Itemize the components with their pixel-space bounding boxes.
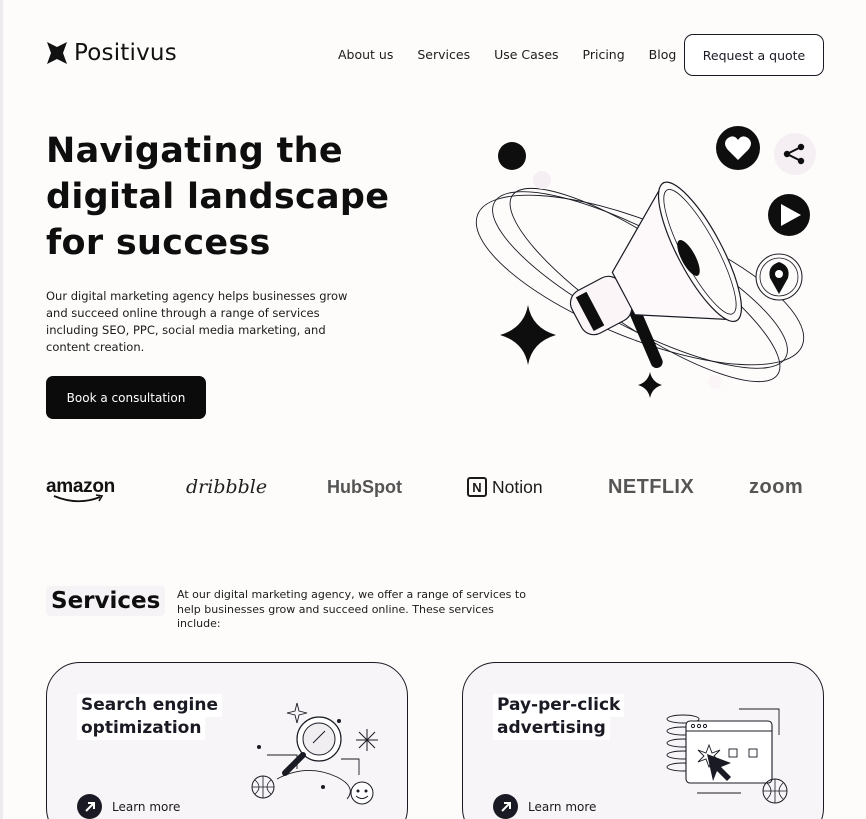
service-title-line2: advertising (493, 717, 610, 740)
nav-pricing[interactable]: Pricing (583, 47, 625, 62)
zoom-logo-text: zoom (749, 475, 804, 498)
learn-more-label: Learn more (528, 799, 597, 814)
hubspot-logo-text: HubSpot (327, 476, 402, 497)
dribbble-logo: dribbble (186, 470, 267, 504)
netflix-logo-text: NETFLIX (608, 475, 695, 498)
learn-more-link[interactable]: Learn more (77, 794, 180, 819)
main-nav: About us Services Use Cases Pricing Blog (338, 47, 676, 62)
notion-logo-text: Notion (492, 476, 543, 497)
logo-text: Positivus (74, 40, 177, 66)
zoom-logo: zoom (749, 470, 803, 504)
learn-more-link[interactable]: Learn more (493, 794, 596, 819)
megaphone-illustration (475, 126, 816, 398)
logo[interactable]: Positivus (46, 40, 177, 66)
hubspot-logo: HubSpot (327, 470, 402, 504)
notion-logo: N Notion (467, 470, 543, 504)
notion-mark-icon: N (467, 477, 487, 497)
client-logos: amazon dribbble HubSpot N Notion NETFLIX… (46, 470, 824, 504)
services-heading: Services (46, 586, 166, 616)
arrow-up-right-icon (493, 794, 518, 819)
services-description: At our digital marketing agency, we offe… (177, 588, 526, 630)
service-title-line2: optimization (77, 717, 206, 740)
service-card-seo[interactable]: Search engine optimization Learn more (46, 662, 408, 819)
netflix-logo: NETFLIX (608, 470, 694, 504)
learn-more-label: Learn more (112, 799, 181, 814)
nav-about-us[interactable]: About us (338, 47, 393, 62)
page-left-edge (0, 0, 3, 819)
hero-description: Our digital marketing agency helps busin… (46, 289, 348, 354)
request-quote-button[interactable]: Request a quote (684, 34, 824, 76)
magnifier-illustration-icon (251, 702, 378, 805)
nav-blog[interactable]: Blog (649, 47, 677, 62)
click-browser-illustration-icon (666, 708, 788, 804)
service-card-ppc[interactable]: Pay-per-click advertising Learn more (462, 662, 824, 819)
book-consultation-button[interactable]: Book a consultation (46, 376, 206, 419)
nav-use-cases[interactable]: Use Cases (494, 47, 558, 62)
nav-services[interactable]: Services (417, 47, 470, 62)
service-card-title: Pay-per-click advertising (493, 694, 625, 740)
logo-star-icon (47, 42, 67, 64)
hero-title: Navigating the digital landscape for suc… (46, 131, 390, 263)
dribbble-logo-text: dribbble (186, 476, 268, 498)
amazon-smile-icon (53, 494, 104, 503)
arrow-up-right-icon (77, 794, 102, 819)
service-title-line1: Search engine (77, 694, 222, 717)
service-card-title: Search engine optimization (77, 694, 222, 740)
service-title-line1: Pay-per-click (493, 694, 625, 717)
